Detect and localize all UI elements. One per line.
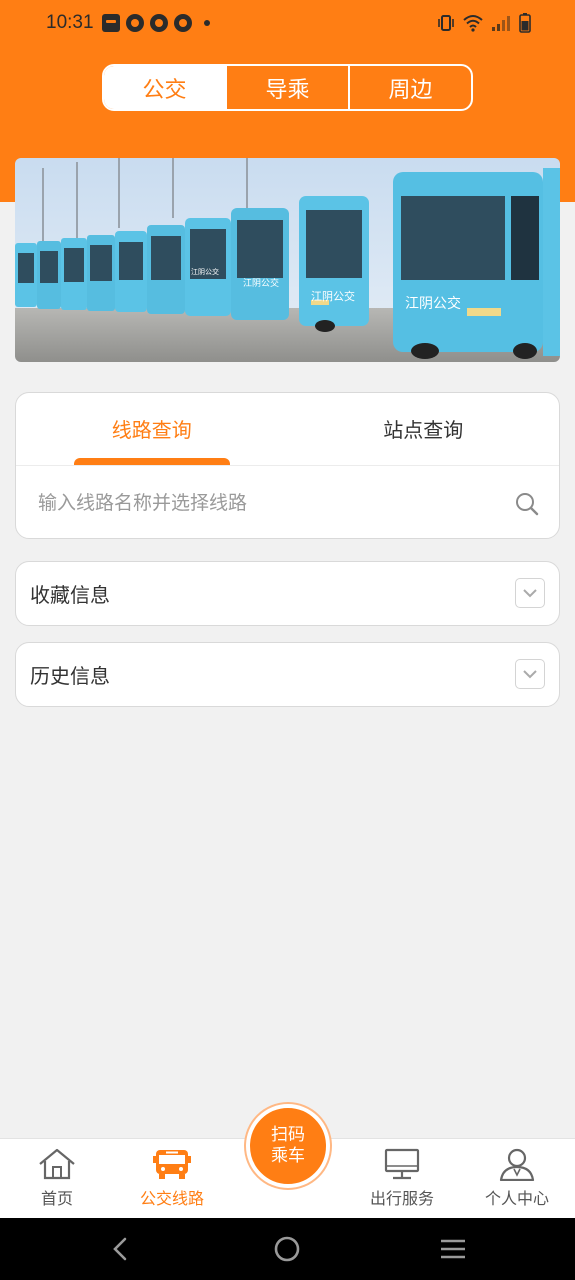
- history-section[interactable]: 历史信息: [15, 642, 560, 707]
- status-time: 10:31: [46, 12, 94, 33]
- scan-button-line2: 乘车: [271, 1146, 305, 1166]
- tab-line-query[interactable]: 线路查询: [16, 393, 288, 465]
- home-icon: [39, 1148, 75, 1180]
- search-bar: [16, 466, 559, 538]
- bus-side-text: 江阴公交: [311, 289, 355, 303]
- route-search-input[interactable]: [38, 491, 478, 514]
- nav-travel-services[interactable]: 出行服务: [347, 1139, 457, 1219]
- bus-fleet-illustration: 江阴公交江阴公交江阴公交江阴公交: [15, 158, 560, 362]
- history-expand-button[interactable]: [515, 659, 545, 689]
- top-tabs: 公交 导乘 周边: [102, 64, 473, 111]
- nav-travel-services-label: 出行服务: [369, 1189, 434, 1208]
- nav-bus-lines-label: 公交线路: [139, 1189, 204, 1208]
- tab-guide[interactable]: 导乘: [227, 66, 350, 109]
- bag-icon: [102, 14, 120, 32]
- favorites-expand-button[interactable]: [515, 578, 545, 608]
- app-icon: [150, 14, 168, 32]
- query-card: 线路查询 站点查询: [15, 392, 560, 539]
- banner-image[interactable]: 江阴公交 江阴公交 江阴公交 江阴公交: [15, 158, 560, 362]
- nav-bus-lines[interactable]: 公交线路: [117, 1139, 227, 1219]
- favorites-label: 收藏信息: [30, 583, 110, 607]
- monitor-icon: [384, 1148, 420, 1180]
- vibrate-icon: [438, 15, 454, 31]
- nav-home[interactable]: 首页: [2, 1139, 112, 1219]
- more-notifications-icon: [204, 20, 210, 26]
- back-icon[interactable]: [111, 1237, 131, 1261]
- history-label: 历史信息: [30, 664, 110, 688]
- bus-side-text: 江阴公交: [191, 267, 219, 276]
- bus-icon: [153, 1150, 191, 1179]
- nav-profile[interactable]: 个人中心: [462, 1139, 572, 1219]
- scan-button-line1: 扫码: [271, 1125, 305, 1145]
- scan-to-ride-button[interactable]: 扫码 乘车: [246, 1104, 330, 1188]
- system-nav-bar: [0, 1218, 575, 1280]
- battery-icon: [519, 13, 531, 33]
- user-icon: [499, 1148, 535, 1181]
- search-icon[interactable]: [515, 492, 539, 516]
- app-icon: [126, 14, 144, 32]
- recents-menu-icon[interactable]: [439, 1238, 467, 1260]
- bus-side-text: 江阴公交: [243, 277, 279, 289]
- bus-side-text: 江阴公交: [405, 295, 461, 312]
- home-circle-icon[interactable]: [274, 1236, 300, 1262]
- status-bar: 10:31: [0, 0, 575, 48]
- favorites-section[interactable]: 收藏信息: [15, 561, 560, 626]
- signal-icon: [492, 16, 510, 31]
- system-icons: [437, 13, 531, 33]
- tab-nearby[interactable]: 周边: [350, 66, 471, 109]
- tab-stop-query[interactable]: 站点查询: [288, 393, 560, 465]
- notification-icons: [102, 14, 210, 32]
- nav-home-label: 首页: [40, 1189, 73, 1208]
- app-icon: [174, 14, 192, 32]
- tab-bus[interactable]: 公交: [104, 66, 227, 109]
- chevron-down-icon: [523, 670, 537, 679]
- nav-profile-label: 个人中心: [484, 1189, 549, 1208]
- query-tabs: 线路查询 站点查询: [16, 393, 559, 466]
- wifi-icon: [463, 15, 483, 32]
- chevron-down-icon: [523, 589, 537, 598]
